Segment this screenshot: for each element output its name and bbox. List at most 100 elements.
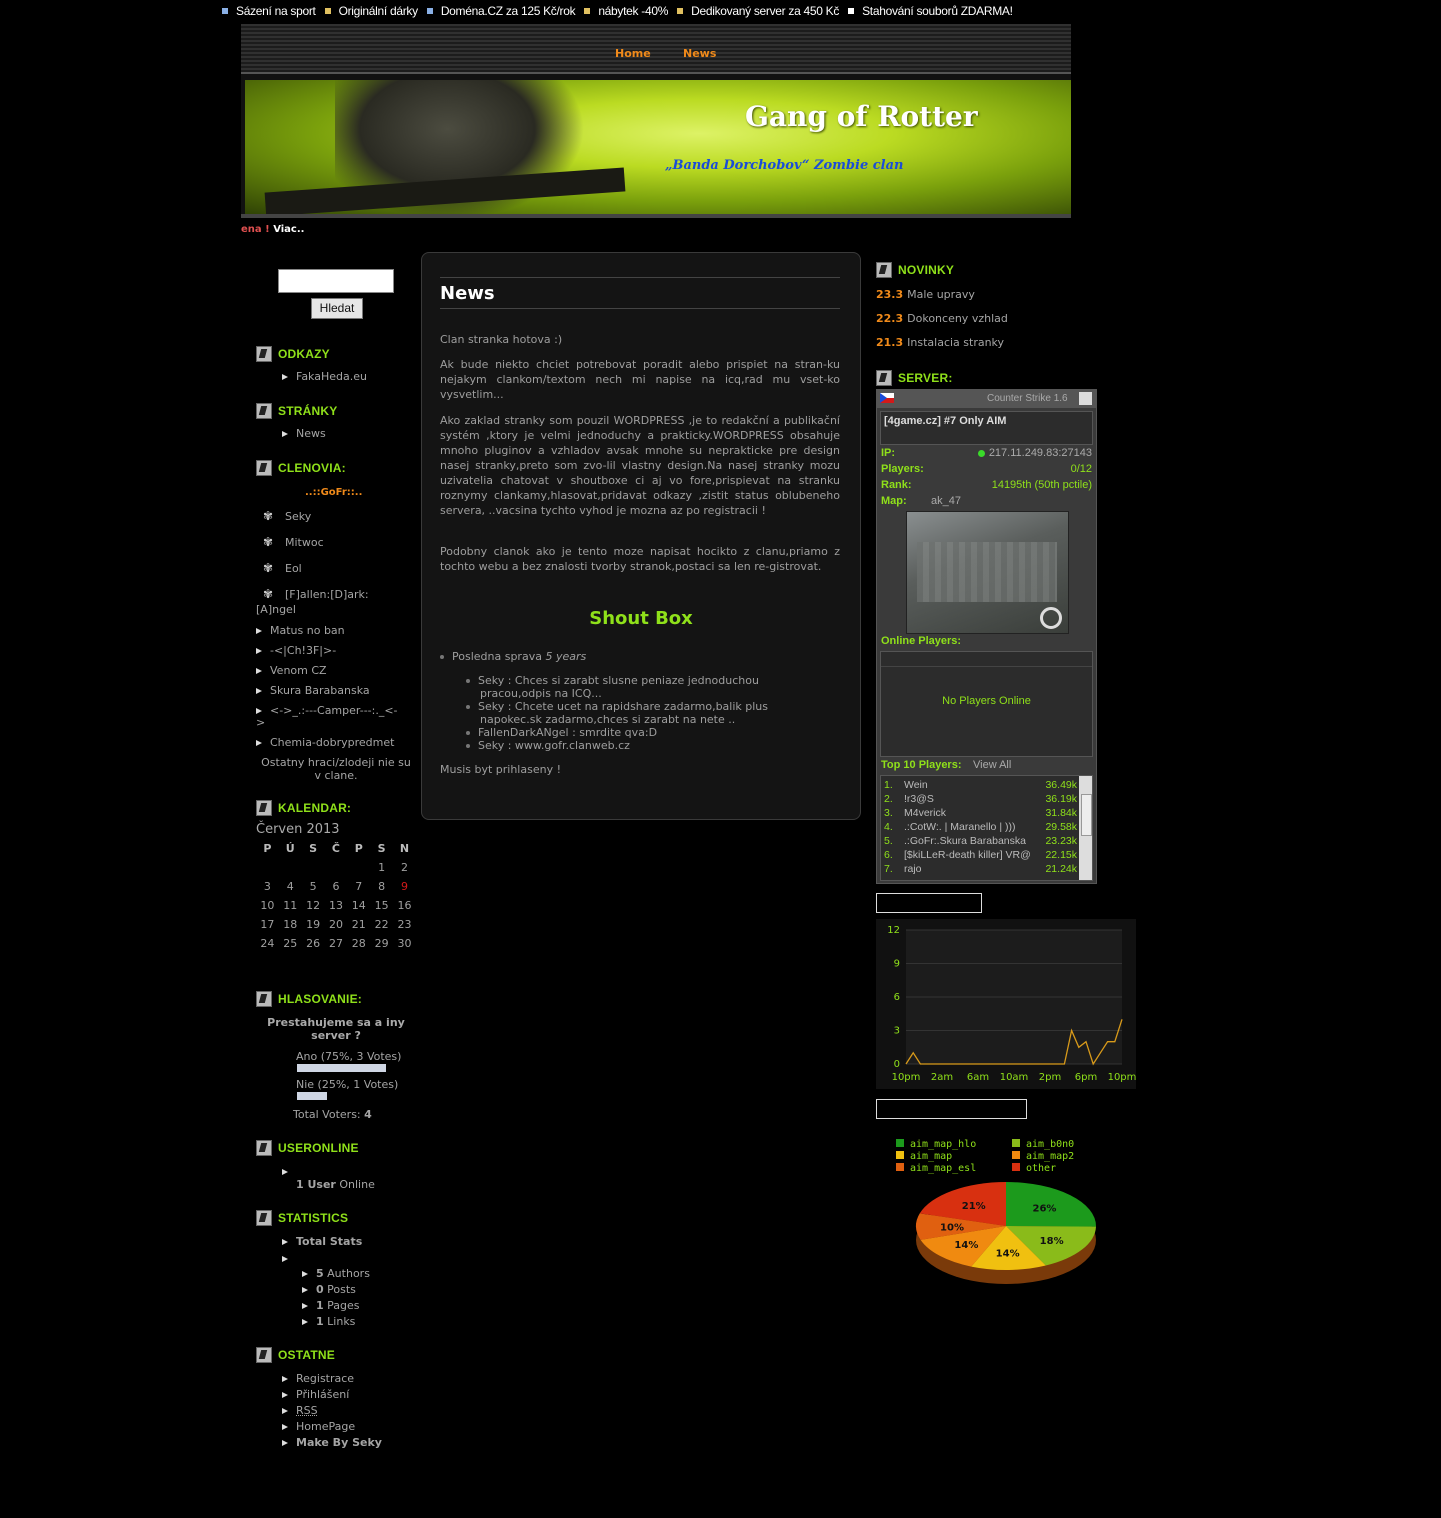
post-paragraph: Clan stranka hotova :) (440, 333, 563, 346)
calendar: Červen 2013 P Ú S Č P S N 1 2 3 4 5 6 7 8 9 10 11 12 13 14 15… (256, 822, 416, 953)
member-item[interactable]: ✾ Seky (263, 509, 311, 523)
link-author[interactable]: Make By Seky (282, 1436, 382, 1449)
top-player-row[interactable]: 7. rajo 21.24k (881, 863, 1077, 877)
post-paragraph: Ako zaklad stranky som pouzil WORDPRESS … (440, 414, 840, 517)
calendar-day: 30 (397, 937, 412, 950)
member-item[interactable]: Chemia-dobrypredmet (256, 736, 394, 749)
calendar-day: 16 (397, 899, 412, 912)
shout-message: Seky : www.gofr.clanweb.cz (466, 739, 630, 752)
link-homepage[interactable]: HomePage (282, 1420, 355, 1433)
broken-image-icon (876, 1099, 1027, 1119)
calendar-day: 17 (260, 918, 275, 931)
maps-chart: aim_map_hlo aim_b0n0 aim_map aim_map2 aim_ma… (876, 1130, 1116, 1310)
ad-link[interactable]: Originální dárky (324, 4, 418, 18)
calendar-weekday: P (354, 842, 363, 855)
server-heading: SERVER: (876, 370, 953, 386)
calendar-day: 24 (260, 937, 275, 950)
calendar-day: 7 (355, 880, 363, 893)
top-player-row[interactable]: 1. Wein 36.49k (881, 779, 1077, 793)
arrow-icon (282, 1252, 296, 1265)
calendar-day: 6 (332, 880, 340, 893)
nav-news-link[interactable]: News (683, 47, 716, 60)
arrow-icon (282, 431, 288, 437)
top-player-row[interactable]: 3. M4verick 31.84k (881, 807, 1077, 821)
x-tick-label: 6pm (1075, 1072, 1097, 1083)
calendar-day: 4 (286, 880, 294, 893)
y-tick-label: 3 (894, 1026, 900, 1037)
view-all-link[interactable]: View All (973, 759, 1011, 771)
poll-bar-yes (297, 1064, 386, 1072)
top-player-row[interactable]: 2. !r3@S 36.19k (881, 793, 1077, 807)
ticker-more-link[interactable]: Viac.. (273, 224, 304, 235)
ad-link[interactable]: Sázení na sport (222, 4, 316, 18)
top-player-row[interactable]: 5. .:GoFr:.Skura Barabanska 23.23k (881, 835, 1077, 849)
x-tick-label: 2pm (1039, 1072, 1061, 1083)
legend-swatch (1012, 1139, 1020, 1147)
ad-link[interactable]: Doména.CZ za 125 Kč/rok (426, 4, 576, 18)
map-thumbnail (906, 511, 1069, 634)
x-tick-label: 10am (1000, 1072, 1029, 1083)
top-players-label: Top 10 Players: (881, 759, 962, 771)
calendar-day: 19 (306, 918, 321, 931)
member-item[interactable]: <->_.:---Camper---:._<- (256, 704, 398, 717)
legend-swatch (896, 1139, 904, 1147)
calendar-day: 23 (397, 918, 412, 931)
calendar-day: 5 (309, 880, 317, 893)
post-title[interactable]: News (440, 277, 840, 309)
page-item-news[interactable]: News (282, 427, 326, 440)
calendar-day: 22 (374, 918, 389, 931)
member-item[interactable]: Skura Barabanska (256, 684, 370, 697)
statistics-heading: STATISTICS (256, 1210, 348, 1226)
search-input[interactable] (278, 269, 394, 293)
site-subtitle: „Banda Dorchobov“ Zombie clan (665, 158, 904, 173)
calendar-day (302, 858, 325, 877)
member-item[interactable]: Matus no ban (256, 624, 345, 637)
news-item[interactable]: 23.3 Male upravy (876, 288, 975, 301)
member-item[interactable]: ✾ Mitwoc (263, 535, 324, 549)
top-players-list: 1. Wein 36.49k 2. !r3@S 36.19k 3. M4verick 31.84… (880, 775, 1093, 881)
calendar-weekday: P (263, 842, 272, 855)
rank-label: Rank: (881, 479, 912, 491)
member-item[interactable]: ✾ Eol (263, 561, 302, 575)
link-prihlaseni[interactable]: Přihlášení (282, 1388, 349, 1401)
clan-tag: ..::GoFr::.. (305, 487, 363, 498)
arrow-icon (256, 628, 262, 634)
link-registrace[interactable]: Registrace (282, 1372, 354, 1385)
member-item[interactable]: ✾ [F]allen:[D]ark: (263, 587, 369, 601)
news-item[interactable]: 21.3 Instalacia stranky (876, 336, 1004, 349)
scrollbar[interactable] (1079, 776, 1092, 880)
arrow-icon (282, 1440, 288, 1446)
cs-logo-icon (876, 370, 892, 386)
ip-label: IP: (881, 447, 896, 459)
member-item[interactable]: -<|Ch!3F|>- (256, 644, 336, 657)
ad-link[interactable]: nábytek -40% (584, 4, 668, 18)
x-tick-label: 6am (967, 1072, 989, 1083)
calendar-day: 28 (351, 937, 366, 950)
flower-icon: ✾ (263, 535, 274, 549)
calendar-day: 8 (378, 880, 386, 893)
link-rss[interactable]: RSS (282, 1404, 318, 1417)
no-players-text: No Players Online (942, 695, 1031, 707)
search-button[interactable]: Hledat (311, 298, 363, 319)
news-item[interactable]: 22.3 Dokonceny vzhlad (876, 312, 1008, 325)
map-name: ak_47 (931, 495, 961, 507)
calendar-day: 25 (283, 937, 298, 950)
server-name[interactable]: [4game.cz] #7 Only AIM (884, 415, 1006, 427)
x-tick-label: 2am (931, 1072, 953, 1083)
ad-link[interactable]: Stahování souborů ZDARMA! (848, 4, 1013, 18)
odkazy-heading: ODKAZY (256, 346, 330, 362)
member-item[interactable]: Venom CZ (256, 664, 327, 677)
top-player-row[interactable]: 4. .:CotW:. | Maranello | ))) 29.58k (881, 821, 1077, 835)
online-count: 1 User Online (296, 1178, 375, 1191)
flower-icon: ✾ (263, 561, 274, 575)
cs-logo-icon (256, 1347, 272, 1363)
ad-link[interactable]: Dedikovaný server za 450 Kč (677, 4, 839, 18)
stat-item: 5 Authors (302, 1267, 370, 1280)
link-item[interactable]: FakaHeda.eu (282, 370, 367, 383)
calendar-weekday: S (309, 842, 318, 855)
kalendar-heading: KALENDAR: (256, 800, 351, 816)
top-player-row[interactable]: 6. [$kiLLeR-death killer] VR@ 22.15k (881, 849, 1077, 863)
nav-home-link[interactable]: Home (615, 47, 651, 60)
legend-swatch (896, 1163, 904, 1171)
ostatne-heading: OSTATNE (256, 1347, 335, 1363)
